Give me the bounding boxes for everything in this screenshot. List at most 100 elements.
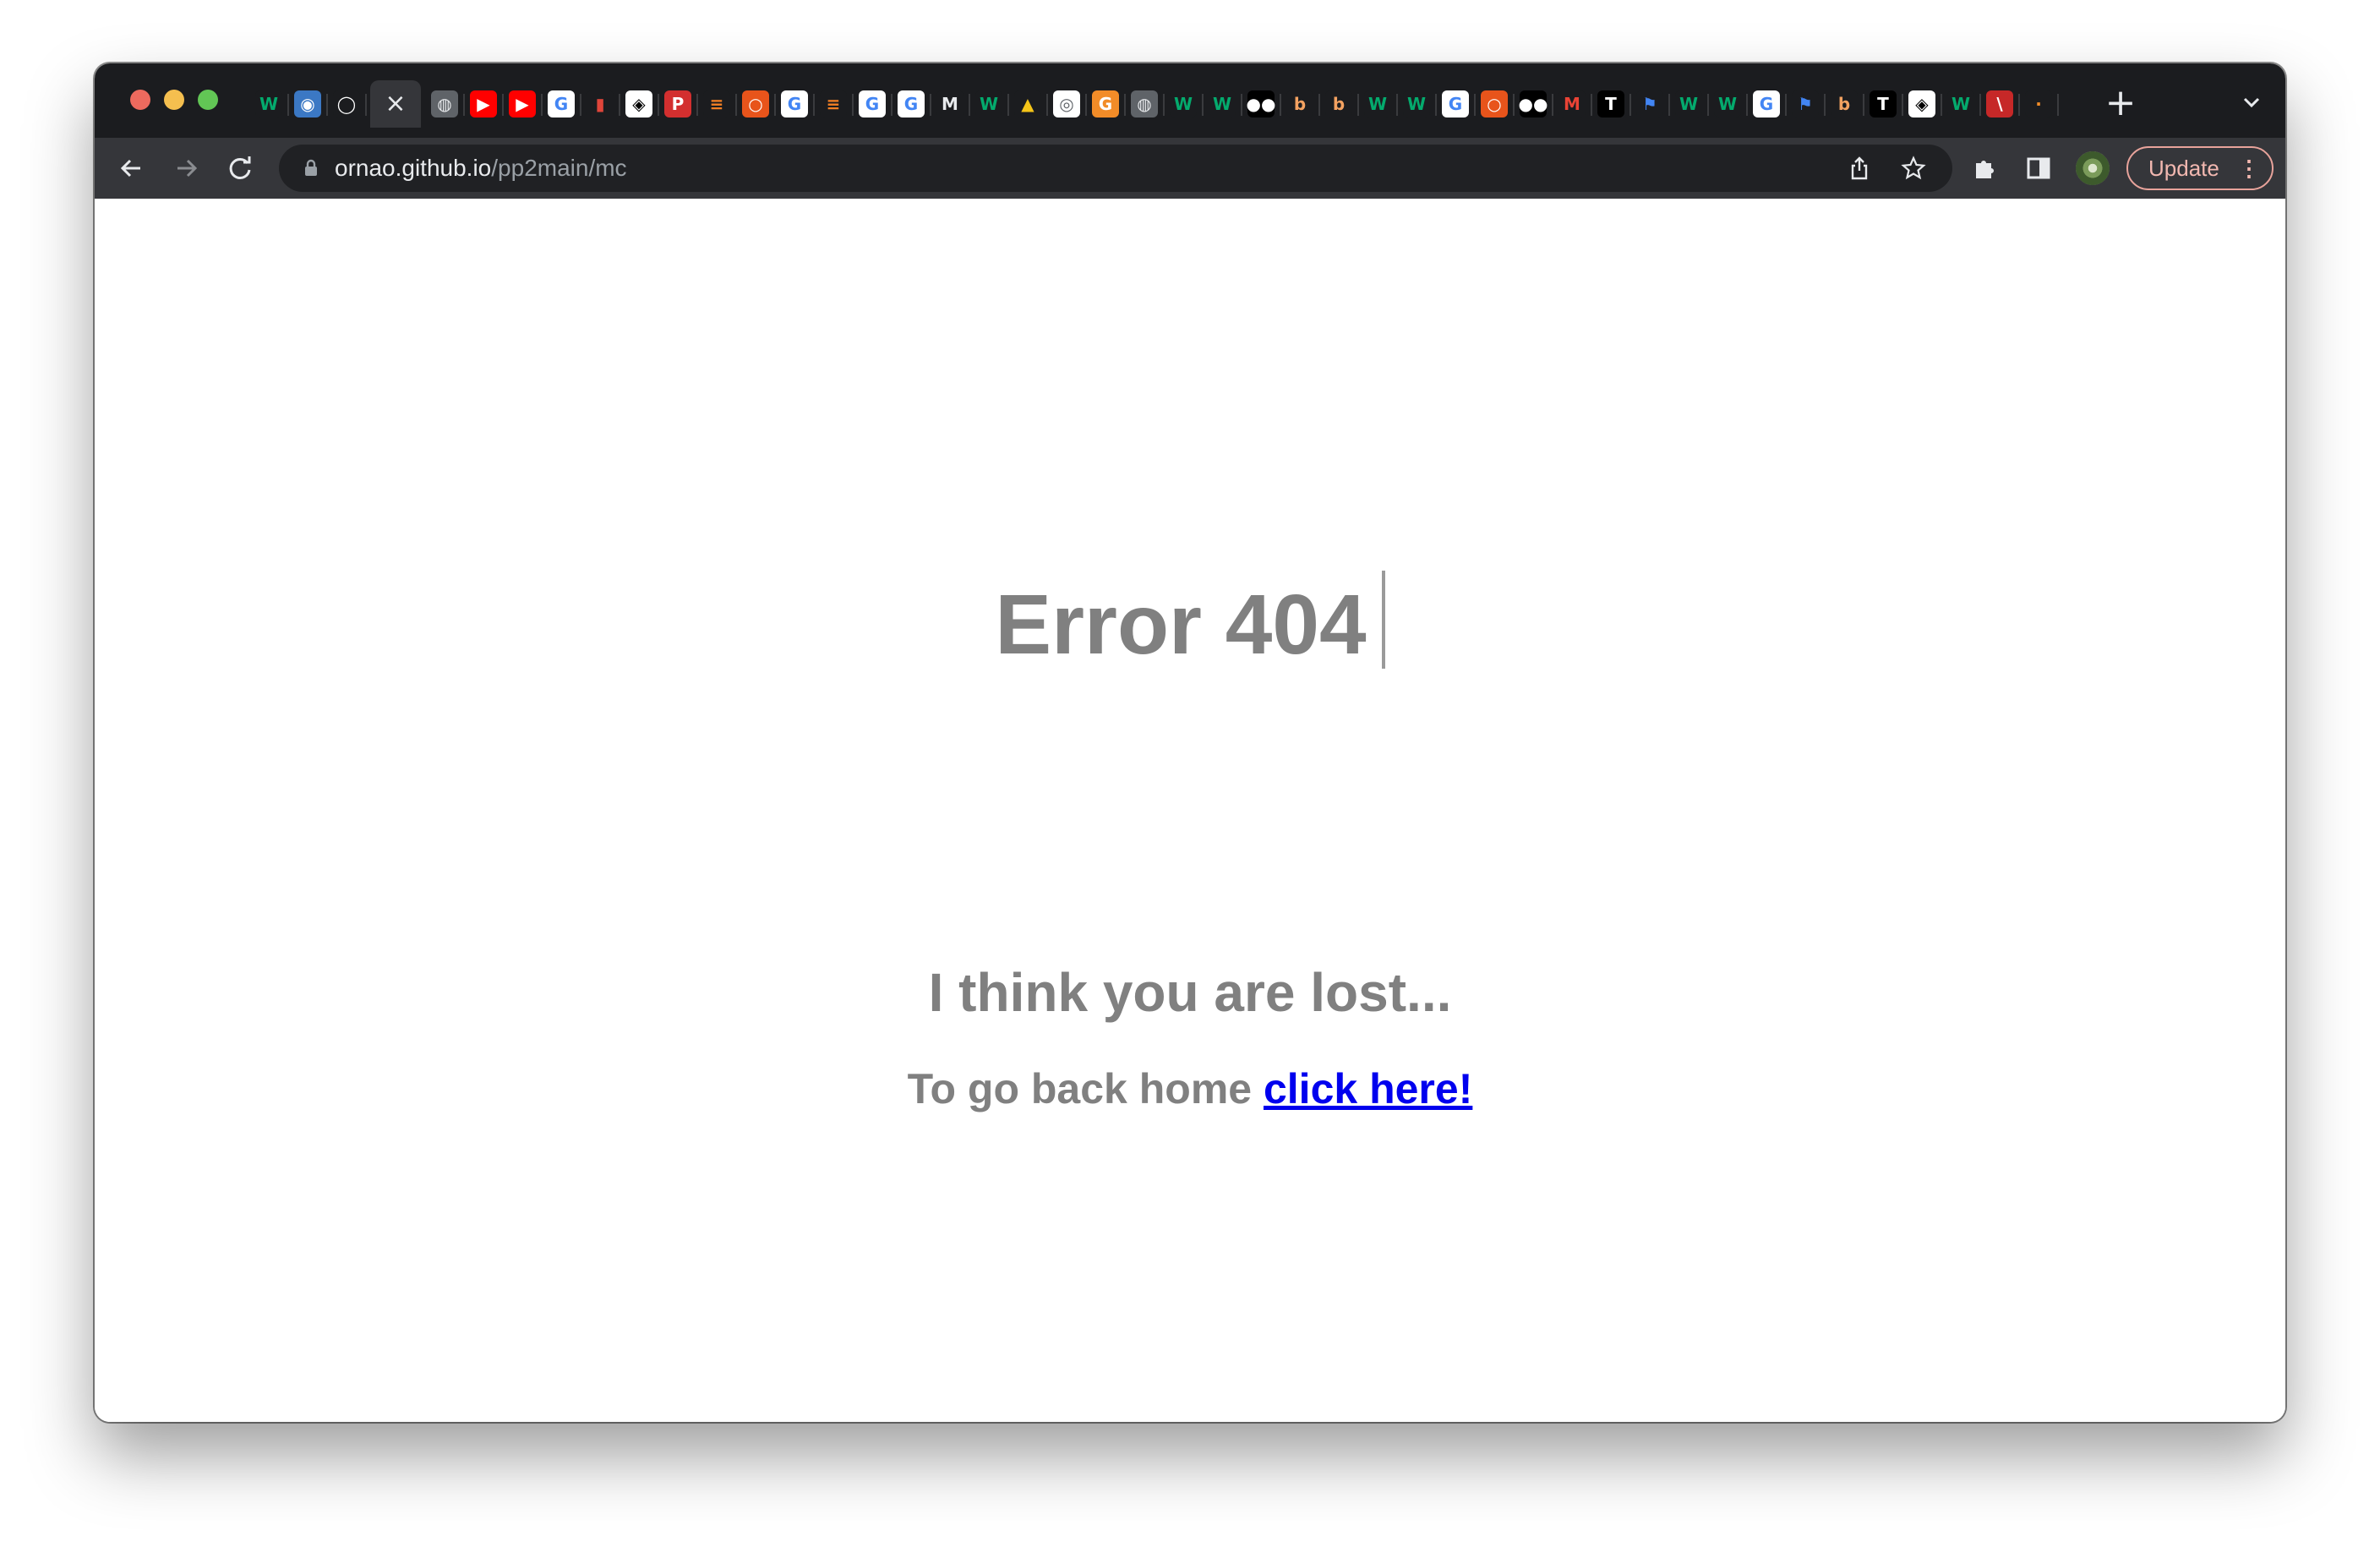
arrow-right-icon [177,159,198,178]
back-button[interactable] [113,150,150,187]
browser-tab[interactable]: W [1362,80,1398,128]
puzzle-icon [1976,161,1994,178]
browser-tab[interactable]: \ [1984,80,2020,128]
forward-button[interactable] [167,150,205,187]
lost-message: I think you are lost... [928,962,1452,1023]
w3schools-icon: W [1403,90,1430,118]
reload-button[interactable] [221,150,259,187]
browser-tab[interactable]: b [1829,80,1864,128]
g-orange-icon: G [1092,90,1119,118]
browser-tab[interactable]: ◎ [1051,80,1087,128]
w3schools-icon: W [1714,90,1741,118]
gmail-icon: M [1558,90,1586,118]
w3schools-icon: W [1209,90,1236,118]
b-icon: b [1831,90,1858,118]
medium-icon: ●● [1247,90,1275,118]
tab-search-button[interactable] [2233,84,2270,121]
update-label: Update [2148,156,2219,181]
browser-tab[interactable]: G [1090,80,1126,128]
browser-tab[interactable]: ⚑ [1635,80,1670,128]
google-icon: G [859,90,886,118]
browser-tab[interactable]: T [1596,80,1631,128]
browser-tab[interactable]: ⚑ [1790,80,1826,128]
github-icon: ◯ [333,90,360,118]
browser-tab[interactable]: ▶ [507,80,543,128]
browser-tab[interactable]: G [546,80,581,128]
browser-tab[interactable]: G [779,80,815,128]
browser-tab[interactable]: × [370,80,421,128]
browser-tab[interactable]: W [974,80,1009,128]
home-text: To go back home [907,1065,1264,1112]
browser-tab[interactable]: ≡ [818,80,854,128]
maximize-window-button[interactable] [198,90,218,110]
browser-tab[interactable]: ○ [1479,80,1515,128]
browser-tab[interactable]: W [1401,80,1437,128]
browser-tab[interactable]: ◍ [429,80,465,128]
update-button[interactable]: Update ⋮ [2126,146,2274,190]
share-button[interactable] [1844,153,1875,183]
side-panel-button[interactable] [2022,151,2055,185]
toolbar: ornao.github.io/pp2main/mc Update ⋮ [95,138,2285,199]
browser-tab[interactable]: ▲ [1013,80,1048,128]
browser-tab[interactable]: W [254,80,289,128]
home-link[interactable]: click here! [1264,1065,1472,1112]
browser-tab[interactable]: W [1712,80,1748,128]
browser-tab[interactable]: ●● [1246,80,1281,128]
browser-tab[interactable]: ◈ [1907,80,1942,128]
browser-tab[interactable]: ◯ [331,80,367,128]
chevron-down-icon [2243,97,2260,108]
google-icon: G [548,90,575,118]
browser-tab[interactable]: W [1673,80,1709,128]
browser-tab[interactable]: W [1168,80,1204,128]
browser-tab[interactable]: G [857,80,892,128]
browser-tab[interactable]: b [1324,80,1359,128]
close-icon[interactable]: × [385,91,406,117]
browser-tab[interactable]: ▶ [468,80,504,128]
browser-tab[interactable]: W [1207,80,1242,128]
arrow-left-icon [120,159,140,178]
kebab-menu-icon: ⋮ [2238,156,2260,181]
lock-icon [305,159,317,176]
side-panel-icon [2027,157,2050,179]
browser-tab[interactable]: G [1440,80,1476,128]
stackoverflow-icon: ≡ [820,90,847,118]
error-title-text: Error 404 [995,577,1367,672]
browser-tab[interactable]: ○ [740,80,776,128]
t-icon: T [1597,90,1624,118]
browser-tab[interactable]: b [1285,80,1320,128]
address-bar[interactable]: ornao.github.io/pp2main/mc [279,145,1952,192]
browser-tab[interactable]: W [1946,80,1981,128]
new-tab-button[interactable]: + [2099,82,2142,124]
globe-icon: ◍ [1131,90,1158,118]
reload-icon [229,156,251,179]
url-path: /pp2main/mc [491,155,627,181]
browser-tab[interactable]: ▮ [585,80,620,128]
url-text[interactable]: ornao.github.io/pp2main/mc [335,145,627,192]
browser-tab[interactable]: P [663,80,698,128]
browser-tab[interactable]: M [1557,80,1592,128]
browser-tab[interactable]: G [1751,80,1787,128]
codepen-icon: ◈ [625,90,652,118]
extensions-button[interactable] [1968,151,2001,185]
profile-avatar[interactable] [2076,151,2110,185]
browser-tab[interactable]: T [1868,80,1903,128]
b-icon: b [1325,90,1352,118]
google-icon: G [898,90,925,118]
browser-tab[interactable]: ●● [1518,80,1553,128]
browser-tab[interactable]: ≡ [701,80,737,128]
t-icon: T [1870,90,1897,118]
browser-tab[interactable]: ◉ [292,80,328,128]
browser-tab[interactable]: G [896,80,931,128]
close-window-button[interactable] [130,90,150,110]
browser-tab[interactable]: ◍ [1129,80,1165,128]
tab-strip: W ◉ ◯ × ◍ ▶ ▶ G ▮ ◈ P ≡ ○ G ≡ G G M W ▲ ◎ G ◍ W W ●● b b W W G ○ ●● M T ⚑ W W… [95,63,2285,138]
bookmark-button[interactable] [1898,153,1929,183]
browser-tab[interactable]: · [2023,80,2059,128]
browser-tab[interactable]: ◈ [624,80,659,128]
codepen-icon: ◈ [1908,90,1935,118]
youtube-icon: ▶ [509,90,536,118]
browser-tab[interactable]: M [935,80,970,128]
home-message: To go back home click here! [95,1064,2285,1113]
flag-icon: ⚑ [1636,90,1663,118]
minimize-window-button[interactable] [164,90,184,110]
